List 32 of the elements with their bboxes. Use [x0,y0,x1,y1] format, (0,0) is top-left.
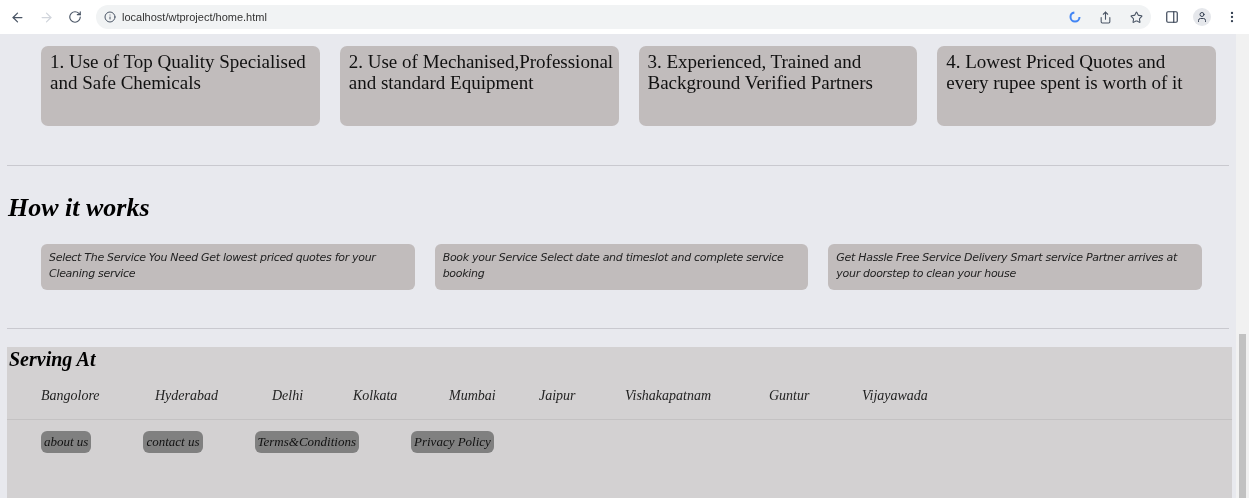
back-icon[interactable] [10,9,25,25]
scrollbar-thumb[interactable] [1239,334,1246,498]
footer-link-button[interactable]: Privacy Policy [411,431,494,453]
feature-card: 1. Use of Top Quality Specialised and Safe Chemicals [41,46,320,126]
city-name: Delhi [272,388,304,403]
section-heading: Serving At [9,347,97,371]
footer-link-button[interactable]: Terms&Conditions [254,431,359,453]
city-name: Jaipur [539,388,576,403]
city-name: Vijayawada [862,388,928,403]
feature-card: 4. Lowest Priced Quotes and every rupee spent is worth of it [937,46,1216,126]
footer-link-button[interactable]: contact us [143,431,203,453]
step-card: Book your Service Select date and timeslot and complete service booking [434,244,809,290]
step-card: Select The Service You Need Get lowest priced quotes for your Cleaning service [41,244,415,290]
address-bar[interactable]: localhost/wtproject/home.html [96,5,1151,29]
info-icon[interactable] [104,11,116,23]
city-name: Mumbai [449,388,496,403]
city-name: Bangolore [41,388,100,403]
section-heading: How it works [8,192,151,224]
city-name: Kolkata [353,388,398,403]
share-icon[interactable] [1099,10,1112,24]
city-name: Hyderabad [155,388,218,403]
city-name: Guntur [769,388,810,403]
city-name: Vishakapatnam [625,388,712,403]
feature-card: 2. Use of Mechanised,Professional and standard Equipment [339,46,619,126]
profile-icon[interactable] [1193,8,1211,26]
step-card: Get Hassle Free Service Delivery Smart service Partner arrives at your doorstep to clean your house [828,244,1202,290]
side-panel-icon[interactable] [1165,10,1179,24]
feature-card: 3. Experienced, Trained and Background Verified Partners [638,46,918,126]
url-text: localhost/wtproject/home.html [122,9,267,25]
bookmark-star-icon[interactable] [1130,10,1143,24]
footer-link-button[interactable]: about us [41,431,92,453]
reload-icon[interactable] [68,10,82,24]
